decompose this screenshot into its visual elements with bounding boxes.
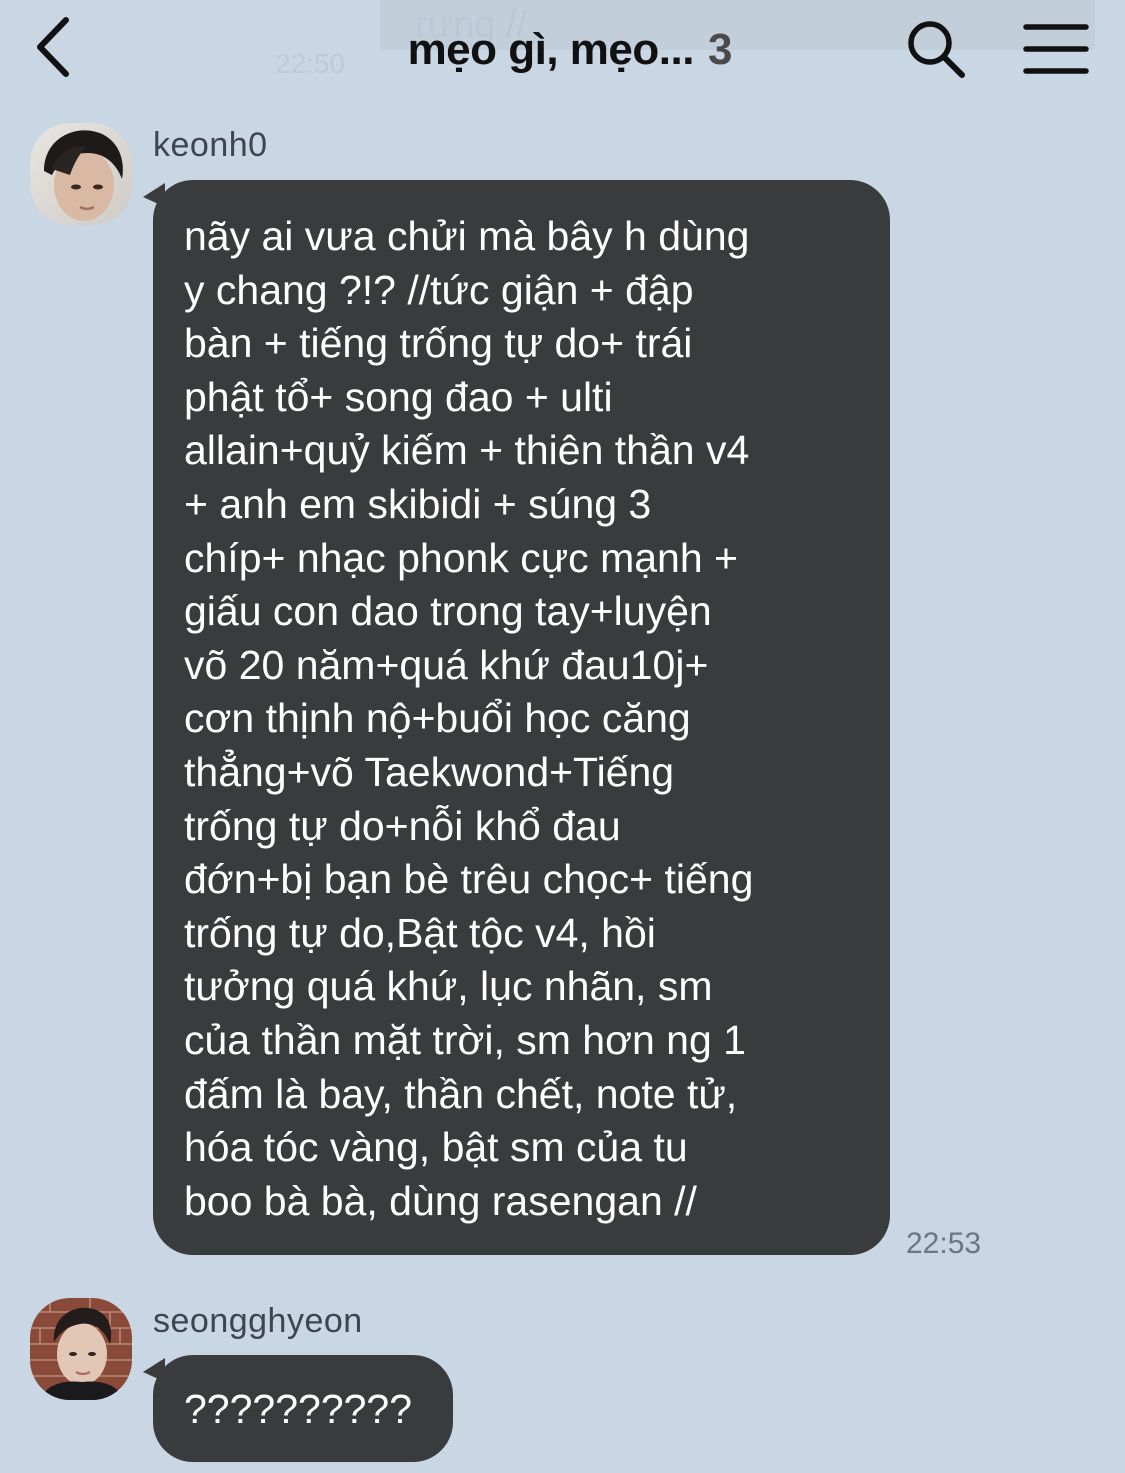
search-button[interactable] xyxy=(900,14,972,84)
avatar[interactable] xyxy=(30,1298,132,1400)
avatar[interactable] xyxy=(30,123,132,225)
search-icon xyxy=(908,21,965,78)
message-bubble[interactable]: nãy ai vưa chửi mà bây h dùng y chang ?!… xyxy=(153,180,890,1255)
message-timestamp: 22:53 xyxy=(906,1227,982,1260)
hamburger-menu-icon xyxy=(1023,24,1089,74)
chat-title: mẹo gì, mẹo... xyxy=(407,25,695,74)
sender-name: seongghyeon xyxy=(153,1302,363,1340)
menu-button[interactable] xyxy=(1020,14,1092,84)
previous-message-time-faded: 22:50 xyxy=(275,48,346,79)
chevron-left-icon xyxy=(37,17,69,77)
chat-title-area[interactable]: mẹo gì, mẹo... 3 xyxy=(350,20,790,80)
message-bubble[interactable]: ?????????? xyxy=(153,1355,453,1462)
chat-header: rưng // 22:50 mẹo gì, mẹo... 3 xyxy=(0,0,1125,100)
message-text: nãy ai vưa chửi mà bây h dùng y chang ?!… xyxy=(184,213,754,1224)
back-button[interactable] xyxy=(22,12,82,82)
member-count: 3 xyxy=(707,25,733,74)
message-text: ?????????? xyxy=(184,1386,413,1432)
sender-name: keonh0 xyxy=(153,126,268,164)
